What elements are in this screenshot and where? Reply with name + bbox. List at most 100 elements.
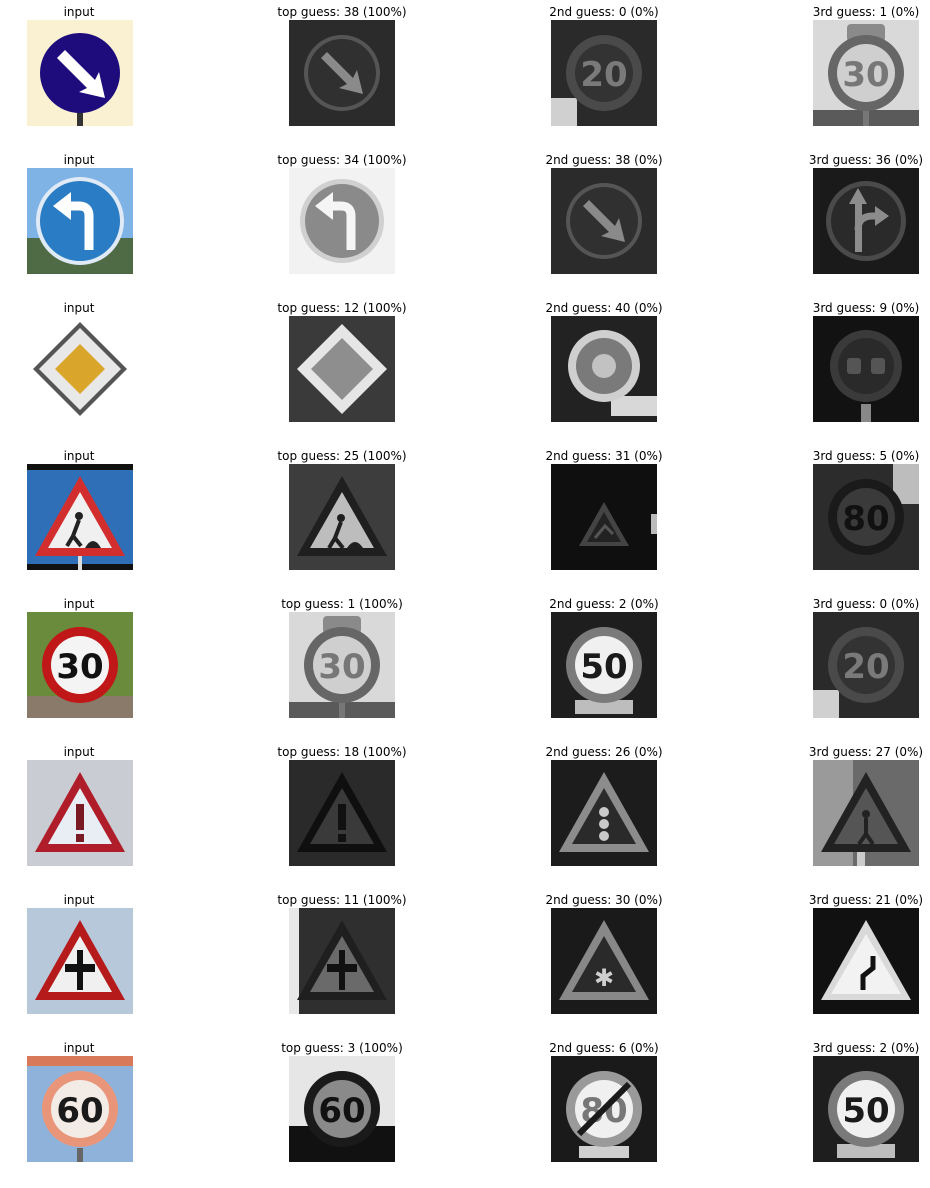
input-keep-right-sign-image xyxy=(27,20,133,126)
svg-text:80: 80 xyxy=(842,499,889,539)
guess-label: 2nd guess: 2 (0%) xyxy=(549,597,659,611)
input-priority-road-sign-image xyxy=(27,316,133,422)
prediction-cell: top guess: 34 (100%) xyxy=(242,152,442,282)
guess-label: 2nd guess: 26 (0%) xyxy=(545,745,663,759)
prediction-cell: 2nd guess: 30 (0%) ✱ xyxy=(504,892,704,1022)
guess-label: top guess: 1 (100%) xyxy=(281,597,403,611)
prediction-cell: 3rd guess: 9 (0%) xyxy=(766,300,930,430)
guess-label: 3rd guess: 36 (0%) xyxy=(808,153,924,167)
speed-limit-20-sign-image: 20 xyxy=(813,612,919,718)
svg-text:50: 50 xyxy=(842,1091,889,1131)
guess-label: 2nd guess: 6 (0%) xyxy=(549,1041,659,1055)
guess-label: 3rd guess: 0 (0%) xyxy=(812,597,920,611)
guess-label: 2nd guess: 0 (0%) xyxy=(549,5,659,19)
guess-label: 2nd guess: 38 (0%) xyxy=(545,153,663,167)
input-label: input xyxy=(63,5,95,19)
prediction-cell: input xyxy=(0,892,179,1022)
input-road-work-sign-image xyxy=(27,464,133,570)
prediction-cell: top guess: 3 (100%) 60 xyxy=(242,1040,442,1170)
guess-label: 3rd guess: 21 (0%) xyxy=(808,893,924,907)
prediction-cell: 2nd guess: 26 (0%) xyxy=(504,744,704,874)
svg-text:60: 60 xyxy=(56,1091,103,1131)
input-label: input xyxy=(63,449,95,463)
go-straight-or-right-sign-image xyxy=(813,168,919,274)
prediction-cell: 3rd guess: 0 (0%) 20 xyxy=(766,596,930,726)
guess-label: top guess: 3 (100%) xyxy=(281,1041,403,1055)
svg-text:60: 60 xyxy=(318,1091,365,1131)
svg-text:50: 50 xyxy=(580,647,627,687)
guess-label: top guess: 12 (100%) xyxy=(277,301,407,315)
prediction-cell: 3rd guess: 1 (0%) 30 xyxy=(766,4,930,134)
roundabout-sign-image xyxy=(551,316,657,422)
speed-limit-20-sign-image: 20 xyxy=(551,20,657,126)
prediction-cell: 3rd guess: 5 (0%) 80 xyxy=(766,448,930,578)
turn-left-ahead-sign-image xyxy=(289,168,395,274)
guess-label: 3rd guess: 2 (0%) xyxy=(812,1041,920,1055)
prediction-cell: input xyxy=(0,744,179,874)
prediction-cell: 3rd guess: 21 (0%) xyxy=(766,892,930,1022)
prediction-cell: 2nd guess: 0 (0%) 20 xyxy=(504,4,704,134)
guess-label: 2nd guess: 31 (0%) xyxy=(545,449,663,463)
prediction-cell: input xyxy=(0,4,179,134)
prediction-cell: 2nd guess: 6 (0%) 80 xyxy=(504,1040,704,1170)
end-of-speed-limit-80-sign-image: 80 xyxy=(551,1056,657,1162)
pedestrians-sign-image xyxy=(813,760,919,866)
prediction-grid: input top guess: 38 (100%) 2nd guess: 0 … xyxy=(0,0,930,1188)
keep-right-sign-image xyxy=(551,168,657,274)
prediction-cell: input xyxy=(0,300,179,430)
guess-label: 3rd guess: 9 (0%) xyxy=(812,301,920,315)
ice-snow-sign-image: ✱ xyxy=(551,908,657,1014)
prediction-cell: top guess: 1 (100%) 30 xyxy=(242,596,442,726)
input-label: input xyxy=(63,893,95,907)
prediction-cell: top guess: 25 (100%) xyxy=(242,448,442,578)
prediction-cell: 3rd guess: 2 (0%) 50 xyxy=(766,1040,930,1170)
guess-label: top guess: 38 (100%) xyxy=(277,5,407,19)
prediction-cell: input 60 xyxy=(0,1040,179,1170)
svg-text:30: 30 xyxy=(842,55,889,95)
speed-limit-50-sign-image: 50 xyxy=(813,1056,919,1162)
priority-road-sign-image xyxy=(289,316,395,422)
guess-label: 2nd guess: 40 (0%) xyxy=(545,301,663,315)
prediction-cell: top guess: 11 (100%) xyxy=(242,892,442,1022)
prediction-cell: 2nd guess: 2 (0%) 50 xyxy=(504,596,704,726)
wild-animals-crossing-sign-image xyxy=(551,464,657,570)
guess-label: top guess: 11 (100%) xyxy=(277,893,407,907)
prediction-cell: top guess: 38 (100%) xyxy=(242,4,442,134)
prediction-cell: input 30 xyxy=(0,596,179,726)
speed-limit-50-sign-image: 50 xyxy=(551,612,657,718)
prediction-cell: top guess: 12 (100%) xyxy=(242,300,442,430)
prediction-cell: 3rd guess: 36 (0%) xyxy=(766,152,930,282)
guess-label: top guess: 25 (100%) xyxy=(277,449,407,463)
guess-label: top guess: 34 (100%) xyxy=(277,153,407,167)
speed-limit-30-sign-image: 30 xyxy=(813,20,919,126)
input-label: input xyxy=(63,745,95,759)
prediction-cell: 2nd guess: 40 (0%) xyxy=(504,300,704,430)
input-turn-left-ahead-sign-image xyxy=(27,168,133,274)
svg-text:20: 20 xyxy=(580,55,627,95)
prediction-cell: 2nd guess: 38 (0%) xyxy=(504,152,704,282)
prediction-cell: input xyxy=(0,448,179,578)
speed-limit-60-sign-image: 60 xyxy=(289,1056,395,1162)
input-speed-limit-60-sign-image: 60 xyxy=(27,1056,133,1162)
prediction-cell: input xyxy=(0,152,179,282)
svg-text:20: 20 xyxy=(842,647,889,687)
no-passing-sign-image xyxy=(813,316,919,422)
guess-label: top guess: 18 (100%) xyxy=(277,745,407,759)
input-right-of-way-sign-image xyxy=(27,908,133,1014)
guess-label: 2nd guess: 30 (0%) xyxy=(545,893,663,907)
input-label: input xyxy=(63,301,95,315)
svg-text:✱: ✱ xyxy=(594,964,614,992)
traffic-signals-sign-image xyxy=(551,760,657,866)
double-curve-sign-image xyxy=(813,908,919,1014)
prediction-cell: 3rd guess: 27 (0%) xyxy=(766,744,930,874)
input-label: input xyxy=(63,597,95,611)
keep-right-sign-image xyxy=(289,20,395,126)
speed-limit-80-sign-image: 80 xyxy=(813,464,919,570)
road-work-sign-image xyxy=(289,464,395,570)
svg-text:30: 30 xyxy=(318,647,365,687)
guess-label: 3rd guess: 1 (0%) xyxy=(812,5,920,19)
prediction-cell: top guess: 18 (100%) xyxy=(242,744,442,874)
input-label: input xyxy=(63,1041,95,1055)
general-caution-sign-image xyxy=(289,760,395,866)
speed-limit-30-sign-image: 30 xyxy=(289,612,395,718)
